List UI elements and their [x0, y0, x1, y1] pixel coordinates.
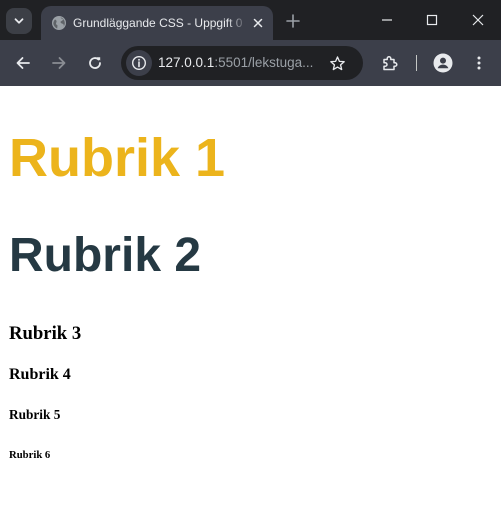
browser-toolbar: 127.0.0.1:5501/lekstuga...	[0, 40, 501, 86]
close-icon	[253, 18, 263, 28]
toolbar-divider	[416, 55, 417, 71]
url-host: 127.0.0.1	[158, 55, 215, 70]
more-vertical-icon	[477, 56, 481, 70]
heading-3: Rubrik 3	[9, 323, 82, 344]
profile-button[interactable]	[429, 49, 457, 77]
reload-icon	[89, 57, 101, 69]
arrow-right-icon	[52, 57, 66, 69]
close-window-icon	[472, 14, 484, 26]
globe-icon	[52, 16, 66, 30]
avatar-icon	[433, 53, 453, 73]
reload-button[interactable]	[81, 49, 109, 77]
puzzle-piece-icon	[383, 55, 398, 71]
heading-4: Rubrik 4	[9, 366, 71, 383]
heading-6: Rubrik 6	[9, 449, 51, 461]
url-text: 127.0.0.1:5501/lekstuga...	[158, 55, 318, 71]
plus-icon	[286, 14, 300, 28]
info-icon	[131, 55, 147, 71]
heading-1: Rubrik 1	[9, 128, 226, 188]
tab-title: Grundläggande CSS - Uppgift 0	[73, 16, 243, 30]
tab-search-button[interactable]	[6, 8, 32, 34]
chevron-down-icon	[14, 18, 24, 24]
maximize-button[interactable]	[409, 0, 455, 40]
tab-close-button[interactable]	[249, 14, 267, 32]
arrow-left-icon	[16, 57, 30, 69]
heading-2: Rubrik 2	[9, 229, 202, 282]
tab-strip: Grundläggande CSS - Uppgift 0	[0, 0, 501, 40]
close-window-button[interactable]	[455, 0, 501, 40]
url-path: :5501/lekstuga...	[214, 55, 314, 70]
heading-5: Rubrik 5	[9, 407, 61, 422]
minimize-button[interactable]	[364, 0, 410, 40]
bookmark-button[interactable]	[327, 53, 347, 73]
star-icon	[329, 55, 345, 70]
forward-button[interactable]	[45, 49, 73, 77]
maximize-icon	[426, 14, 438, 26]
new-tab-button[interactable]	[281, 9, 305, 33]
back-button[interactable]	[9, 49, 37, 77]
address-bar[interactable]: 127.0.0.1:5501/lekstuga...	[121, 46, 363, 80]
page-content: Rubrik 1 Rubrik 2 Rubrik 3 Rubrik 4 Rubr…	[0, 86, 501, 507]
site-info-button[interactable]	[126, 50, 152, 76]
extensions-button[interactable]	[376, 49, 404, 77]
browser-tab-active[interactable]: Grundläggande CSS - Uppgift 0	[41, 6, 273, 40]
menu-button[interactable]	[465, 49, 493, 77]
minimize-icon	[382, 19, 392, 21]
